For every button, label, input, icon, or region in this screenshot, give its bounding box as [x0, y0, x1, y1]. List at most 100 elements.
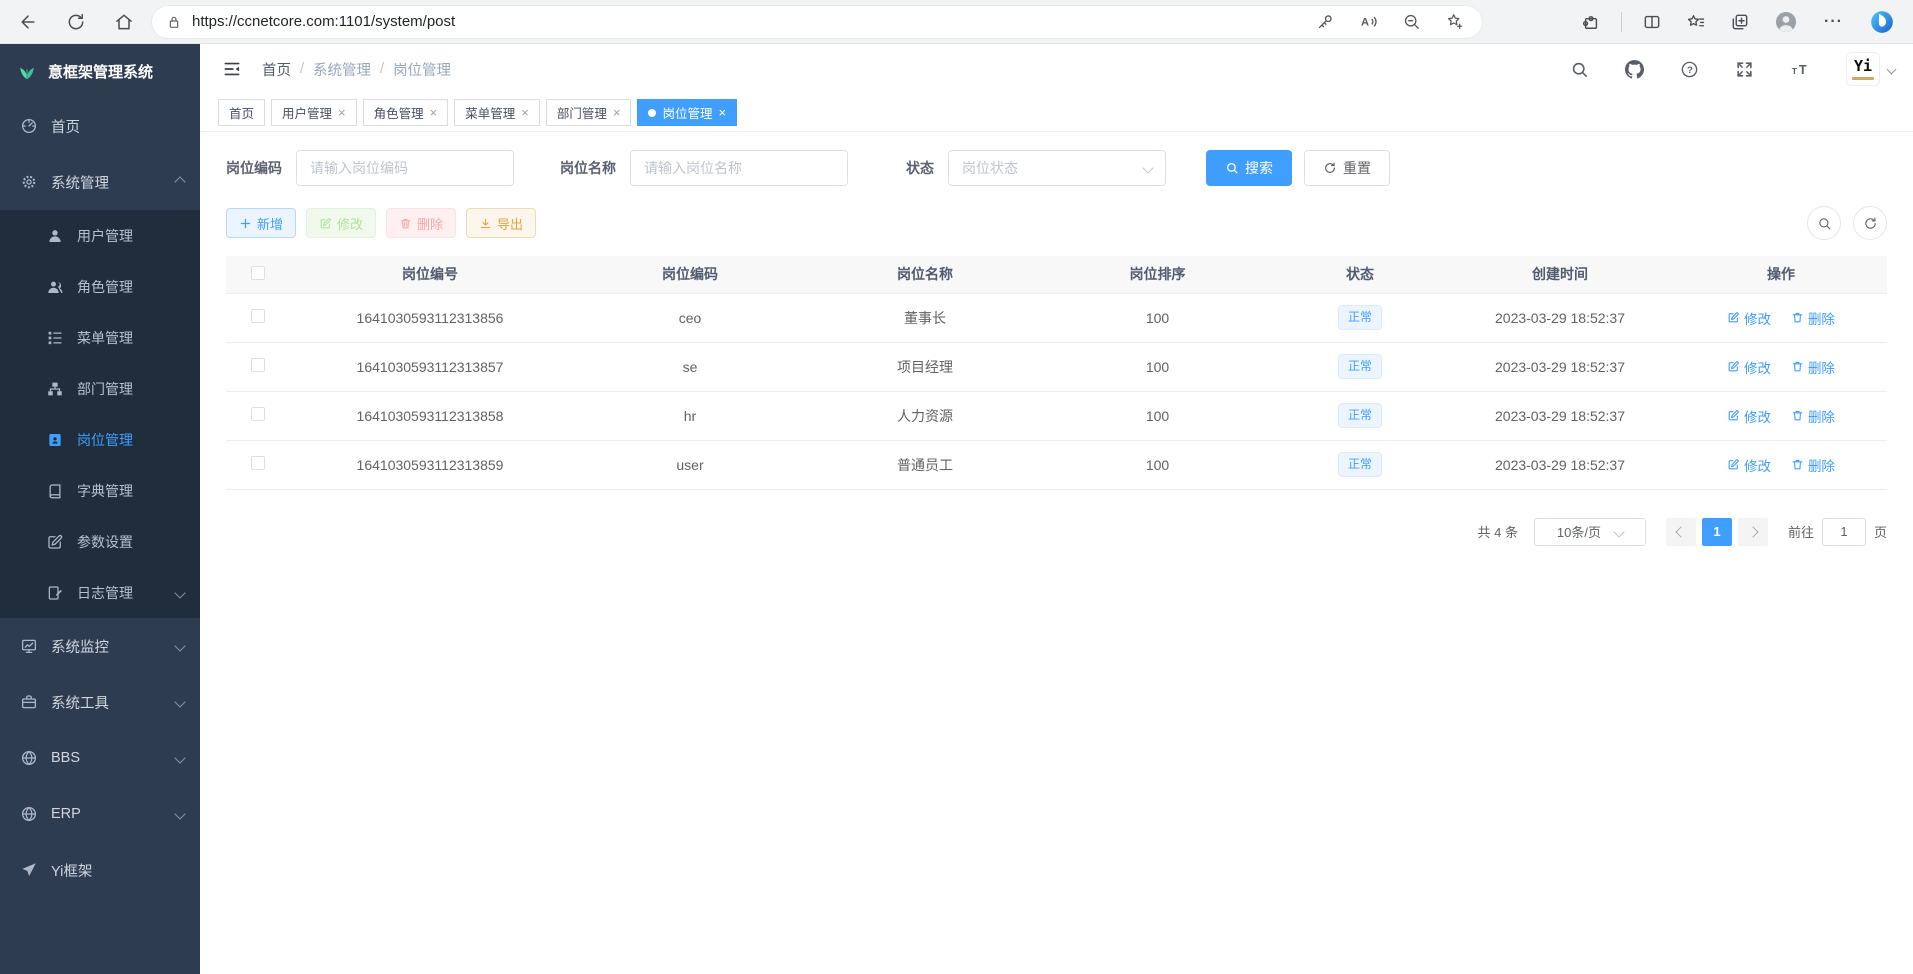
add-button[interactable]: 新增	[226, 208, 296, 238]
browser-settings-button[interactable]: ···	[1818, 10, 1849, 34]
tab-home[interactable]: 首页	[218, 99, 265, 126]
tab-roles[interactable]: 角色管理 ×	[363, 99, 449, 126]
sidebar-item-erp[interactable]: ERP	[0, 786, 200, 842]
tab-close-icon[interactable]: ×	[613, 106, 621, 119]
read-aloud-button[interactable]: A	[1355, 8, 1382, 35]
col-actions: 操作	[1675, 256, 1887, 293]
post-code-input[interactable]	[296, 150, 514, 186]
zoom-out-button[interactable]	[1398, 8, 1425, 35]
row-delete-button[interactable]: 删除	[1791, 357, 1835, 377]
status-badge: 正常	[1338, 452, 1382, 477]
table-row: 1641030593112313856 ceo 董事长 100 正常 2023-…	[226, 293, 1887, 342]
select-all-checkbox[interactable]	[251, 266, 265, 280]
row-delete-button[interactable]: 删除	[1791, 308, 1835, 328]
row-edit-label: 修改	[1744, 308, 1771, 328]
sidebar-item-parameters[interactable]: 参数设置	[0, 516, 200, 567]
sidebar-item-departments[interactable]: 部门管理	[0, 363, 200, 414]
row-checkbox[interactable]	[251, 358, 265, 372]
favorites-button[interactable]	[1682, 8, 1710, 36]
row-edit-button[interactable]: 修改	[1727, 455, 1771, 475]
hamburger-fold-icon	[222, 59, 242, 79]
row-checkbox[interactable]	[251, 456, 265, 470]
chevron-down-icon	[1613, 526, 1624, 537]
prev-page-button[interactable]	[1666, 518, 1696, 546]
search-button[interactable]: 搜索	[1206, 150, 1292, 186]
sidebar-item-users[interactable]: 用户管理	[0, 210, 200, 261]
sidebar-item-home[interactable]: 首页	[0, 98, 200, 154]
goto-page-input[interactable]	[1822, 518, 1866, 546]
sidebar-item-tools[interactable]: 系统工具	[0, 674, 200, 730]
sidebar-item-system[interactable]: 系统管理	[0, 154, 200, 210]
font-size-button[interactable]: TT	[1786, 56, 1818, 83]
browser-profile-button[interactable]	[1770, 6, 1802, 38]
sidebar-item-monitor[interactable]: 系统监控	[0, 618, 200, 674]
tab-close-icon[interactable]: ×	[430, 106, 438, 119]
edit-button[interactable]: 修改	[306, 208, 376, 238]
tab-posts-active[interactable]: 岗位管理 ×	[637, 99, 737, 126]
fullscreen-button[interactable]	[1731, 56, 1758, 83]
table-refresh-button[interactable]	[1853, 206, 1887, 240]
post-name-label: 岗位名称	[560, 158, 616, 178]
trash-icon	[1791, 360, 1804, 373]
row-edit-button[interactable]: 修改	[1727, 357, 1771, 377]
reset-button[interactable]: 重置	[1304, 150, 1390, 186]
cell-post-id: 1641030593112313859	[290, 440, 570, 489]
next-page-button[interactable]	[1738, 518, 1768, 546]
browser-home-button[interactable]	[110, 8, 138, 36]
row-delete-button[interactable]: 删除	[1791, 406, 1835, 426]
cell-post-sort: 100	[1040, 391, 1275, 440]
collections-button[interactable]	[1726, 8, 1754, 36]
url-bar[interactable]: https://ccnetcore.com:1101/system/post A	[152, 6, 1482, 38]
row-delete-button[interactable]: 删除	[1791, 455, 1835, 475]
tab-users[interactable]: 用户管理 ×	[271, 99, 357, 126]
status-select[interactable]: 岗位状态	[948, 150, 1166, 186]
delete-button[interactable]: 删除	[386, 208, 456, 238]
sidebar-item-posts[interactable]: 岗位管理	[0, 414, 200, 465]
add-favorite-button[interactable]	[1441, 8, 1468, 35]
post-name-input[interactable]	[630, 150, 848, 186]
sidebar-menu: 首页 系统管理 用户管理 角色管理 菜单管理	[0, 98, 200, 898]
sidebar-item-yi-framework[interactable]: Yi框架	[0, 842, 200, 898]
table-search-toggle-button[interactable]	[1807, 206, 1841, 240]
browser-refresh-button[interactable]	[62, 8, 90, 36]
page-number-current[interactable]: 1	[1702, 518, 1732, 546]
col-post-name: 岗位名称	[810, 256, 1040, 293]
sidebar-item-menus[interactable]: 菜单管理	[0, 312, 200, 363]
help-button[interactable]: ?	[1676, 56, 1703, 83]
split-screen-button[interactable]	[1638, 8, 1666, 36]
table-row: 1641030593112313857 se 项目经理 100 正常 2023-…	[226, 342, 1887, 391]
star-plus-icon	[1445, 12, 1464, 31]
row-edit-label: 修改	[1744, 406, 1771, 426]
sidebar-collapse-button[interactable]	[218, 55, 246, 83]
user-menu[interactable]: Yi	[1846, 52, 1895, 86]
extensions-button[interactable]	[1577, 8, 1605, 36]
breadcrumb-system[interactable]: 系统管理	[313, 59, 371, 80]
cell-post-name: 董事长	[810, 293, 1040, 342]
export-button[interactable]: 导出	[466, 208, 536, 238]
sidebar-item-bbs[interactable]: BBS	[0, 730, 200, 786]
sidebar-item-label: 参数设置	[77, 532, 133, 552]
row-checkbox[interactable]	[251, 309, 265, 323]
trash-icon	[1791, 311, 1804, 324]
header-search-button[interactable]	[1566, 56, 1593, 83]
tab-menus[interactable]: 菜单管理 ×	[454, 99, 540, 126]
breadcrumb-home[interactable]: 首页	[262, 59, 291, 80]
read-aloud-icon: A	[1359, 12, 1378, 31]
sidebar-item-label: 角色管理	[77, 277, 133, 297]
tab-close-icon[interactable]: ×	[718, 106, 726, 119]
tab-departments[interactable]: 部门管理 ×	[546, 99, 632, 126]
tab-close-icon[interactable]: ×	[521, 106, 529, 119]
page-size-select[interactable]: 10条/页	[1534, 518, 1646, 546]
github-button[interactable]	[1621, 56, 1648, 83]
sidebar-item-roles[interactable]: 角色管理	[0, 261, 200, 312]
sidebar-item-logs[interactable]: 日志管理	[0, 567, 200, 618]
tab-close-icon[interactable]: ×	[338, 106, 346, 119]
row-edit-button[interactable]: 修改	[1727, 406, 1771, 426]
row-edit-button[interactable]: 修改	[1727, 308, 1771, 328]
chevron-down-icon	[174, 752, 185, 763]
copilot-button[interactable]	[1865, 5, 1899, 39]
row-checkbox[interactable]	[251, 407, 265, 421]
sidebar-item-dictionary[interactable]: 字典管理	[0, 465, 200, 516]
password-button[interactable]	[1312, 8, 1339, 35]
browser-back-button[interactable]	[14, 8, 42, 36]
